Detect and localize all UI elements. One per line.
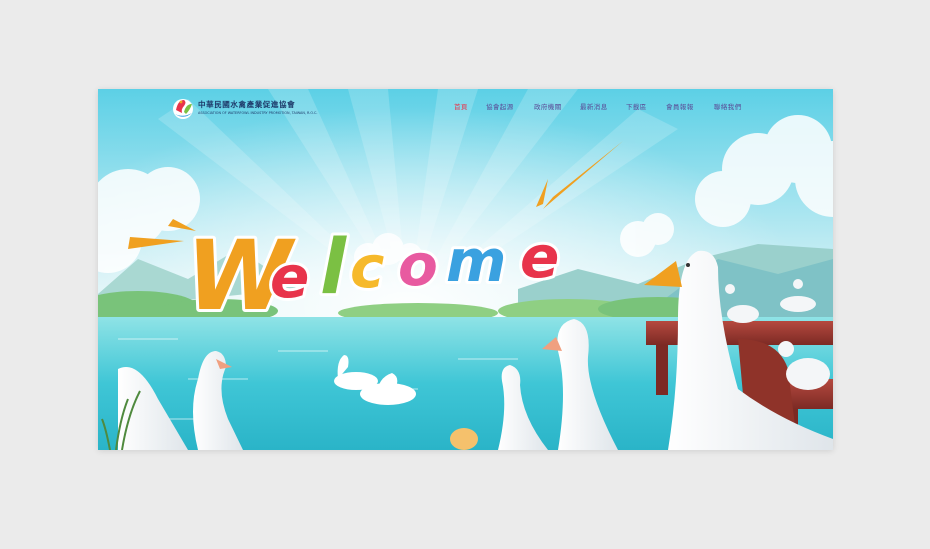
nav-item-news[interactable]: 最新消息 [580,101,608,111]
site-logo[interactable]: 中華民國水禽產業促進協會 ASSOCIATION OF WATERFOWL IN… [172,96,317,122]
nav-item-contact[interactable]: 聯絡我們 [714,101,742,111]
headline-letter: m [446,227,506,295]
nav-item-about[interactable]: 協會起源 [486,101,514,111]
headline-letter: o [398,231,438,299]
nav-item-member-reports[interactable]: 會員報報 [666,101,694,111]
waterfowl-logo-icon [173,99,193,119]
headline-letter: e [270,243,309,311]
nav-item-government[interactable]: 政府機關 [534,101,562,111]
site-header: 中華民國水禽產業促進協會 ASSOCIATION OF WATERFOWL IN… [98,89,833,129]
hero-banner: W e l c o m e [98,89,833,450]
browser-viewport: W e l c o m e 中華民國水禽產業促進協會 ASSOCIATION O… [98,89,833,450]
headline-letter: e [520,223,559,291]
headline-letter: c [350,233,384,301]
headline-letter: l [320,222,347,311]
nav-item-downloads[interactable]: 下載區 [626,101,647,111]
nav-item-home[interactable]: 首頁 [454,101,468,111]
logo-subtitle: ASSOCIATION OF WATERFOWL INDUSTRY PROMOT… [198,111,318,115]
logo-title: 中華民國水禽產業促進協會 [198,100,296,109]
